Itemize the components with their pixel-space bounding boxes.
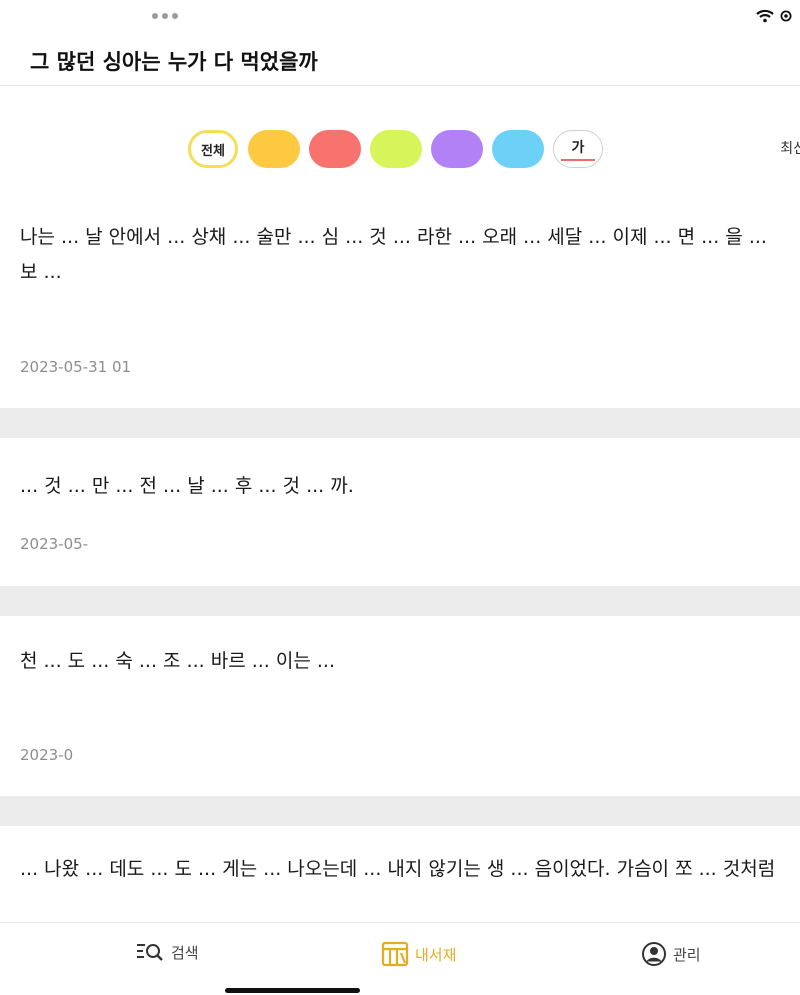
nav-manage[interactable]: 관리 <box>641 941 701 967</box>
filter-text-chip[interactable]: 가 <box>553 130 603 168</box>
text-chip-label: 가 <box>571 140 585 156</box>
book-header: 그 많던 싱아는 누가 다 먹었을까 <box>0 34 800 86</box>
system-icons <box>756 9 792 23</box>
highlight-filter-bar: 전체 가 최신 <box>0 86 800 190</box>
nav-library-label: 내서재 <box>415 945 457 964</box>
filter-purple-chip[interactable] <box>431 130 483 168</box>
highlight-date: 2023-05- <box>20 535 89 553</box>
focus-icon <box>780 10 792 22</box>
filter-red-chip[interactable] <box>309 130 361 168</box>
nav-library[interactable]: 내서재 <box>381 941 456 967</box>
status-bar <box>0 0 800 34</box>
highlight-card[interactable]: ... 것 ... 만 ... 전 ... 날 ... 후 ... 것 ... … <box>0 438 800 586</box>
highlight-text: 천 ... 도 ... 숙 ... 조 ... 바르 ... 이는 ... <box>20 650 335 672</box>
sort-dropdown[interactable]: 최신 <box>780 138 800 158</box>
text-chip-underline <box>561 159 595 161</box>
highlight-card[interactable]: 천 ... 도 ... 숙 ... 조 ... 바르 ... 이는 ... 20… <box>0 616 800 796</box>
highlight-text: 나는 ... 날 안에서 ... 상채 ... 술만 ... 심 ... 것 .… <box>20 226 767 283</box>
highlight-date: 2023-0 <box>20 746 74 764</box>
highlight-card[interactable]: ... 나왔 ... 데도 ... 도 ... 게는 ... 나오는데 ... … <box>0 826 800 922</box>
home-indicator[interactable] <box>225 988 360 993</box>
library-icon <box>381 941 409 967</box>
nav-search-label: 검색 <box>171 943 199 962</box>
highlight-card[interactable]: 나는 ... 날 안에서 ... 상채 ... 술만 ... 심 ... 것 .… <box>0 190 800 408</box>
book-title: 그 많던 싱아는 누가 다 먹었을까 <box>30 50 318 74</box>
highlight-text: ... 나왔 ... 데도 ... 도 ... 게는 ... 나오는데 ... … <box>20 858 776 880</box>
filter-yellow-chip[interactable] <box>248 130 300 168</box>
highlights-list: 나는 ... 날 안에서 ... 상채 ... 술만 ... 심 ... 것 .… <box>0 190 800 922</box>
app-screen: 그 많던 싱아는 누가 다 먹었을까 전체 가 최신 나는 ... 날 안에서 … <box>0 0 800 995</box>
filter-green-chip[interactable] <box>370 130 422 168</box>
highlight-text: ... 것 ... 만 ... 전 ... 날 ... 후 ... 것 ... … <box>20 475 354 497</box>
highlight-date: 2023-05-31 01 <box>20 358 132 376</box>
nav-manage-label: 관리 <box>673 945 701 964</box>
filter-blue-chip[interactable] <box>492 130 544 168</box>
nav-search[interactable]: 검색 <box>135 941 199 963</box>
bottom-nav: 검색 내서재 관리 <box>0 922 800 995</box>
profile-icon <box>642 942 666 966</box>
filter-all-chip[interactable]: 전체 <box>188 130 238 168</box>
multitask-dots[interactable] <box>152 13 178 19</box>
wifi-icon <box>756 9 774 23</box>
search-list-icon <box>137 944 163 961</box>
